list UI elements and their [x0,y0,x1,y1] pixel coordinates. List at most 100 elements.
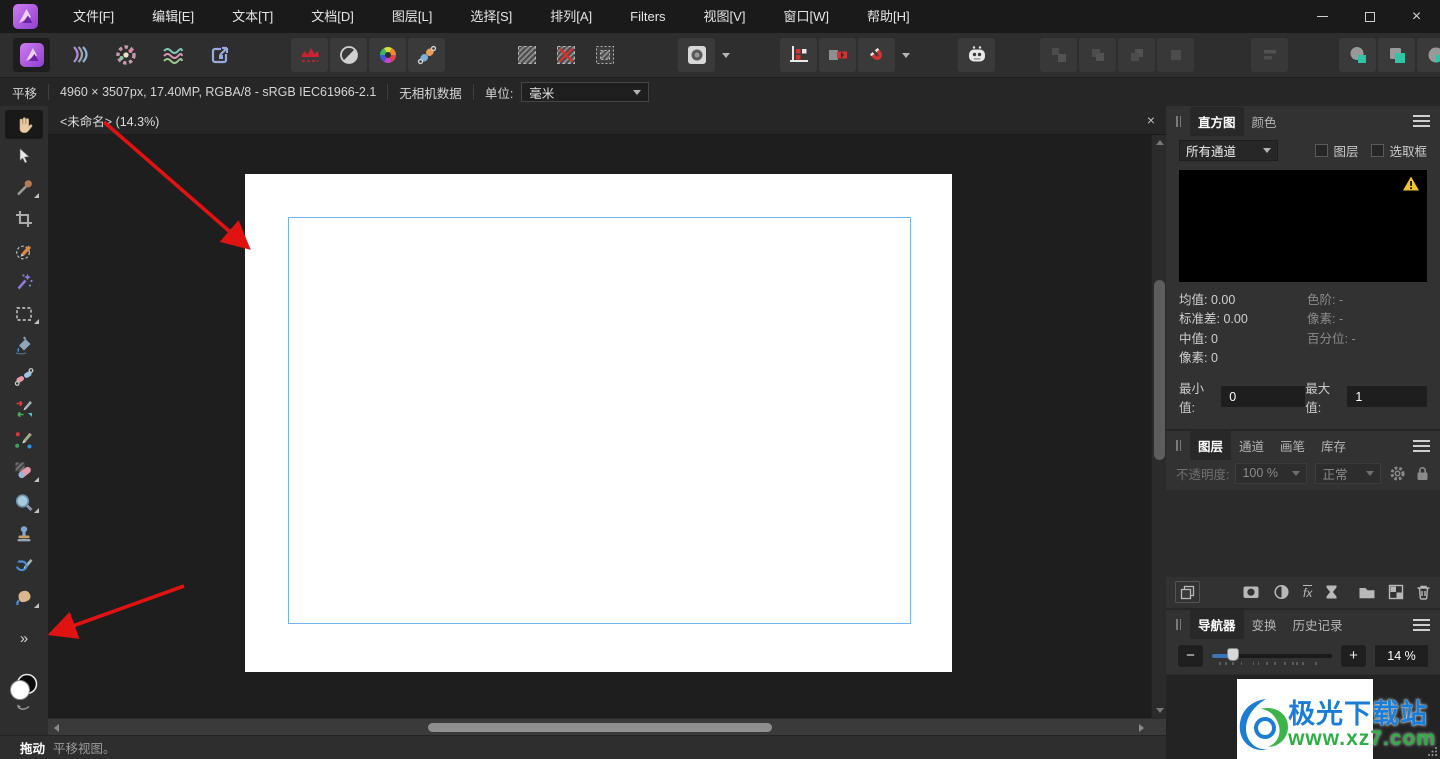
photo-persona-button[interactable] [13,38,50,72]
tab-color[interactable]: 颜色 [1244,107,1285,136]
close-button[interactable]: × [1393,0,1440,33]
menu-view[interactable]: 视图[V] [685,0,765,33]
gradient-tool[interactable] [5,362,43,391]
menu-edit[interactable]: 编辑[E] [133,0,213,33]
menu-filters[interactable]: Filters [611,0,684,33]
vertical-scroll-thumb[interactable] [1154,280,1165,460]
scroll-down-icon[interactable] [1156,708,1164,713]
deselect-button[interactable] [547,38,584,72]
insert-on-top-button[interactable] [1417,38,1440,72]
liquify-persona-button[interactable] [60,38,97,72]
color-replacement-brush-tool[interactable] [5,394,43,423]
panel-drag-handle[interactable] [1176,619,1181,630]
max-input[interactable]: 1 [1347,386,1427,407]
tab-stock[interactable]: 库存 [1313,431,1354,460]
tone-mapping-persona-button[interactable] [154,38,191,72]
document-tab[interactable]: <未命名> (14.3%) [48,111,159,130]
selected-frame-outline[interactable] [288,217,911,624]
move-selection-button[interactable] [819,38,856,72]
panel-menu-icon[interactable] [1413,616,1430,634]
minimize-button[interactable] [1299,0,1346,33]
min-input[interactable]: 0 [1221,386,1305,407]
tab-history[interactable]: 历史记录 [1285,610,1351,639]
paint-brush-tool[interactable] [5,425,43,454]
maximize-button[interactable] [1346,0,1393,33]
snapping-grid-button[interactable] [780,38,817,72]
select-all-button[interactable] [508,38,545,72]
layer-checkbox[interactable] [1315,144,1328,157]
zoom-in-button[interactable]: + [1341,645,1366,667]
live-filter-icon[interactable]: fx [1303,585,1312,599]
opacity-select[interactable]: 100 % [1235,463,1307,484]
panel-drag-handle[interactable] [1176,440,1181,451]
undo-brush-tool[interactable] [5,551,43,580]
canvas-viewport[interactable] [48,135,1166,718]
slider-thumb[interactable] [1227,648,1239,661]
tab-transform[interactable]: 变换 [1244,610,1285,639]
adjustment-layer-icon[interactable] [1273,584,1290,600]
tab-close-button[interactable]: × [1136,112,1166,128]
horizontal-scroll-thumb[interactable] [428,723,772,732]
auto-contrast-button[interactable] [330,38,367,72]
lock-icon[interactable] [1415,465,1430,482]
color-swatches[interactable] [7,671,41,716]
more-tools-button[interactable]: » [20,630,28,647]
menu-arrange[interactable]: 排列[A] [531,0,611,33]
flood-select-tool[interactable] [5,268,43,297]
panel-menu-icon[interactable] [1413,437,1430,455]
scroll-right-icon[interactable] [1139,724,1144,732]
scroll-up-icon[interactable] [1156,140,1164,145]
marquee-select-tool[interactable] [5,299,43,328]
menu-layer[interactable]: 图层[L] [373,0,451,33]
channel-select[interactable]: 所有通道 [1179,140,1278,161]
auto-white-balance-button[interactable] [408,38,445,72]
menu-file[interactable]: 文件[F] [54,0,133,33]
quick-mask-dropdown[interactable] [716,38,730,72]
menu-window[interactable]: 窗口[W] [764,0,848,33]
navigator-preview[interactable] [1166,674,1440,759]
export-persona-button[interactable] [201,38,238,72]
tab-channels[interactable]: 通道 [1231,431,1272,460]
pixel-layer-icon[interactable] [1325,584,1338,600]
panel-drag-handle[interactable] [1176,116,1181,127]
vertical-scrollbar[interactable] [1151,135,1166,718]
eraser-tool[interactable] [5,457,43,486]
insert-inside-button[interactable] [1378,38,1415,72]
smudge-tool[interactable] [5,583,43,612]
horizontal-scrollbar[interactable] [48,718,1166,735]
auto-levels-button[interactable] [291,38,328,72]
new-group-icon[interactable] [1358,585,1376,600]
snapping-dropdown[interactable] [896,38,910,72]
zoom-slider[interactable] [1212,645,1332,667]
menu-document[interactable]: 文档[D] [292,0,373,33]
assistant-button[interactable] [958,38,995,72]
zoom-value-input[interactable]: 14 % [1375,645,1428,667]
color-picker-tool[interactable] [5,173,43,202]
mask-layer-icon[interactable] [1242,584,1260,600]
tab-navigator[interactable]: 导航器 [1190,610,1244,639]
new-layer-icon[interactable] [1388,584,1404,600]
insert-behind-button[interactable] [1339,38,1376,72]
crop-tool[interactable] [5,205,43,234]
auto-colours-button[interactable] [369,38,406,72]
document-page[interactable] [245,174,952,672]
gear-icon[interactable] [1389,465,1406,482]
unit-select[interactable]: 毫米 [521,82,649,102]
develop-persona-button[interactable] [107,38,144,72]
menu-help[interactable]: 帮助[H] [848,0,929,33]
duplicate-layers-button[interactable] [1175,581,1200,603]
layers-list[interactable] [1166,490,1440,577]
resize-grip[interactable] [1427,746,1438,757]
delete-layer-icon[interactable] [1416,584,1431,600]
tab-histogram[interactable]: 直方图 [1190,107,1244,136]
clone-stamp-tool[interactable] [5,520,43,549]
quick-mask-button[interactable] [678,38,715,72]
flood-fill-tool[interactable] [5,331,43,360]
marquee-checkbox[interactable] [1371,144,1384,157]
blend-mode-select[interactable]: 正常 [1315,463,1381,484]
zoom-tool[interactable] [5,488,43,517]
scroll-left-icon[interactable] [54,724,59,732]
move-tool[interactable] [5,142,43,171]
menu-text[interactable]: 文本[T] [213,0,292,33]
panel-menu-icon[interactable] [1413,112,1430,130]
